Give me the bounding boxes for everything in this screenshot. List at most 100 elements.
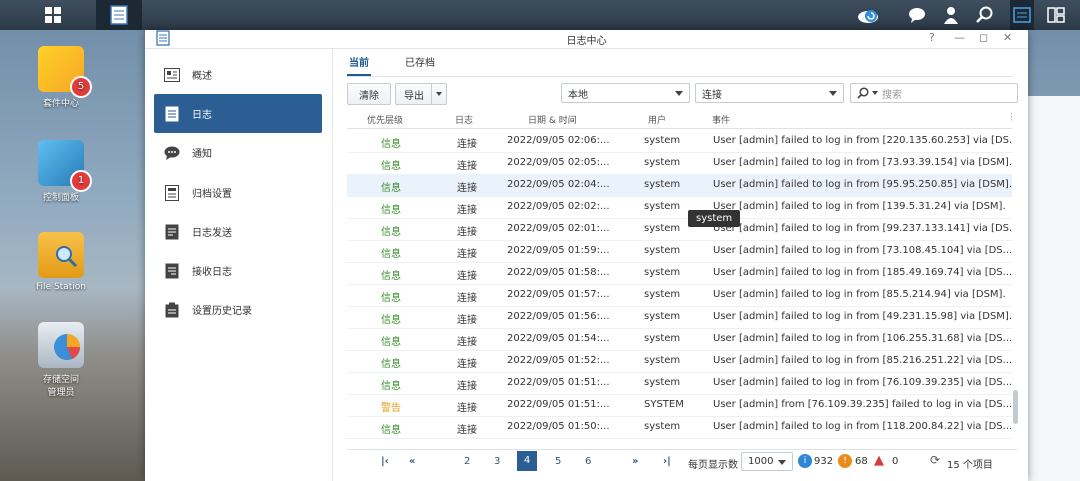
table-row[interactable]: 信息 连接 2022/09/05 01:58:... system User [admi…: [347, 262, 1012, 285]
chevron-down-icon: [872, 91, 878, 95]
table-row[interactable]: 信息 连接 2022/09/05 01:56:... system User [admi…: [347, 306, 1012, 329]
help-icon[interactable]: ?: [929, 31, 935, 44]
search-icon: [857, 87, 869, 99]
info-count: 932: [814, 456, 834, 467]
background-window: [1026, 96, 1080, 481]
cell-user: system: [644, 179, 681, 190]
cell-datetime: 2022/09/05 02:04:...: [507, 179, 610, 190]
cell-log: 连接: [457, 205, 477, 216]
warning-icon: !: [838, 454, 852, 468]
minimize-icon[interactable]: —: [954, 31, 965, 44]
page-link[interactable]: 6: [585, 456, 591, 467]
column-header-priority[interactable]: 优先层级: [367, 113, 403, 126]
table-row[interactable]: 信息 连接 2022/09/05 02:02:... system User [admi…: [347, 196, 1012, 219]
table-row[interactable]: 信息 连接 2022/09/05 01:59:... system User [admi…: [347, 240, 1012, 263]
desktop-icon-package-center[interactable]: 5 套件中心: [26, 46, 96, 109]
tab-divider: [347, 76, 1013, 77]
source-select[interactable]: 本地: [561, 83, 690, 103]
page-link[interactable]: 2: [464, 456, 470, 467]
sidebar-item-notifications[interactable]: 通知: [154, 133, 322, 172]
sidebar-item-log-receiving[interactable]: 接收日志: [154, 251, 322, 290]
scrollbar-thumb[interactable]: [1013, 390, 1018, 424]
cell-priority: 信息: [381, 183, 401, 194]
cell-priority: 信息: [381, 381, 401, 392]
desktop-icon-label: 存储空间 管理员: [42, 375, 79, 398]
table-row[interactable]: 信息 连接 2022/09/05 01:52:... system User [admi…: [347, 350, 1012, 373]
search-placeholder: 搜索: [882, 89, 902, 101]
export-button[interactable]: 导出: [395, 83, 432, 105]
maximize-icon[interactable]: ◻: [979, 31, 988, 44]
window-titlebar[interactable]: 日志中心 ? — ◻ ✕: [145, 30, 1028, 49]
show-desktop-button[interactable]: [1044, 0, 1068, 30]
taskbar-app-log-center[interactable]: [96, 0, 142, 30]
overview-icon: [164, 67, 180, 83]
page-link[interactable]: 3: [494, 456, 500, 467]
cell-log: 连接: [457, 271, 477, 282]
cell-event: User [admin] failed to log in from [85.2…: [713, 355, 1012, 366]
column-header-event[interactable]: 事件: [712, 113, 730, 126]
table-row[interactable]: 信息 连接 2022/09/05 01:54:... system User [admi…: [347, 328, 1012, 351]
table-row[interactable]: 警告 连接 2022/09/05 01:51:... SYSTEM User [admi…: [347, 394, 1012, 417]
cell-event: User [admin] failed to log in from [220.…: [713, 135, 1012, 146]
error-icon: ▲: [874, 453, 884, 468]
table-row[interactable]: 信息 连接 2022/09/05 02:04:... system User [admi…: [347, 174, 1012, 197]
column-header-datetime[interactable]: 日期 & 时间: [528, 113, 577, 126]
tab-archived[interactable]: 已存档: [405, 54, 435, 69]
close-icon[interactable]: ✕: [1003, 31, 1012, 44]
log-center-icon: [110, 5, 128, 25]
log-type-select[interactable]: 连接: [695, 83, 844, 103]
window-title: 日志中心: [566, 36, 607, 47]
cell-event: User [admin] failed to log in from [99.2…: [713, 223, 1012, 234]
tab-current[interactable]: 当前: [349, 54, 369, 69]
cell-datetime: 2022/09/05 01:54:...: [507, 333, 610, 344]
page-link-current[interactable]: 4: [517, 451, 537, 471]
sidebar-item-overview[interactable]: 概述: [154, 55, 322, 94]
cell-event: User [admin] from [76.109.39.235] failed…: [713, 399, 1012, 410]
desktop-icon-storage-manager[interactable]: 存储空间 管理员: [26, 322, 96, 398]
table-row[interactable]: 信息 连接 2022/09/05 01:57:... system User [admi…: [347, 284, 1012, 307]
table-row[interactable]: 信息 连接 2022/09/05 02:06:... system User [admi…: [347, 130, 1012, 153]
cell-priority: 警告: [381, 403, 401, 414]
sidebar-item-archive-settings[interactable]: 归档设置: [154, 173, 322, 212]
notification-badge: 5: [70, 76, 92, 98]
table-row[interactable]: 信息 连接 2022/09/05 02:05:... system User [admi…: [347, 152, 1012, 175]
page-link[interactable]: 5: [555, 456, 561, 467]
table-row[interactable]: 信息 连接 2022/09/05 01:51:... system User [admi…: [347, 372, 1012, 395]
export-dropdown-button[interactable]: [431, 83, 447, 105]
column-menu-icon[interactable]: ⋮: [1008, 113, 1012, 123]
next-page-icon[interactable]: »: [632, 456, 638, 467]
sync-status-button[interactable]: [855, 0, 881, 30]
cell-priority: 信息: [381, 271, 401, 282]
table-row[interactable]: 信息 连接 2022/09/05 01:50:... system User [admi…: [347, 416, 1012, 439]
cell-datetime: 2022/09/05 02:06:...: [507, 135, 610, 146]
column-header-log[interactable]: 日志: [455, 113, 473, 126]
per-page-select[interactable]: 1000: [741, 452, 793, 471]
chat-button[interactable]: [906, 0, 928, 30]
previous-page-icon[interactable]: «: [409, 456, 415, 467]
desktop-icon-file-station[interactable]: File Station: [26, 232, 96, 292]
cell-priority: 信息: [381, 315, 401, 326]
user-icon: [944, 7, 958, 24]
info-icon: i: [798, 454, 812, 468]
sidebar-item-logs[interactable]: 日志: [154, 94, 322, 133]
first-page-icon[interactable]: |‹: [381, 456, 389, 467]
desktop-icon-label: File Station: [36, 282, 86, 292]
search-input[interactable]: 搜索: [850, 83, 1018, 103]
table-row[interactable]: 信息 连接 2022/09/05 02:01:... system User [admi…: [347, 218, 1012, 241]
cell-user: system: [644, 311, 681, 322]
cell-priority: 信息: [381, 249, 401, 260]
widgets-button[interactable]: [1010, 0, 1034, 30]
table-scrollbar[interactable]: [1013, 110, 1019, 450]
user-button[interactable]: [940, 0, 962, 30]
sidebar-item-log-sending[interactable]: 日志发送: [154, 212, 322, 251]
sidebar-item-settings-history[interactable]: 设置历史记录: [154, 290, 322, 329]
main-menu-button[interactable]: [36, 0, 70, 30]
last-page-icon[interactable]: ›|: [663, 456, 671, 467]
desktop-icon-control-panel[interactable]: 1 控制面板: [26, 140, 96, 203]
log-center-window: 日志中心 ? — ◻ ✕ 概述 日志 通知 归档设置 日志发送 接收日志 设置历…: [145, 30, 1028, 481]
search-button[interactable]: [974, 0, 996, 30]
column-header-user[interactable]: 用户: [648, 113, 666, 126]
clear-button[interactable]: 清除: [347, 83, 391, 105]
refresh-icon[interactable]: ⟳: [930, 453, 940, 467]
sidebar-item-label: 接收日志: [192, 267, 232, 278]
